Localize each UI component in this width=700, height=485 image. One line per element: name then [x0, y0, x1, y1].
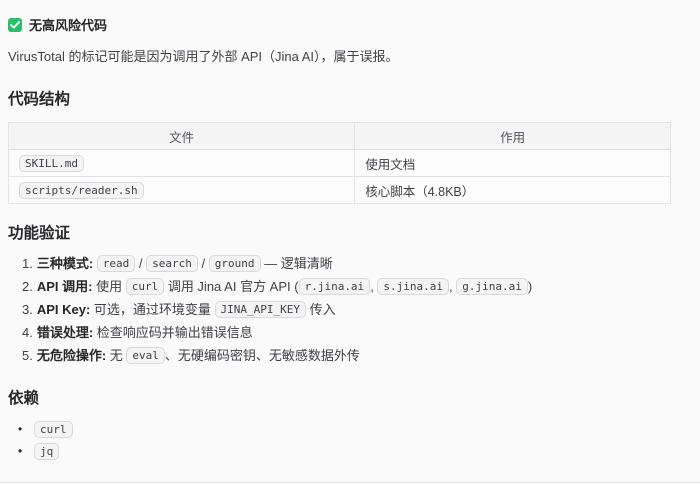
list-item-content: 错误处理: 检查响应码并输出错误信息: [37, 325, 253, 340]
checked-checkbox-icon[interactable]: [8, 18, 22, 32]
inline-code-chip: ground: [209, 255, 261, 272]
dependency-chip: jq: [34, 443, 59, 460]
files-table: 文件 作用 SKILL.md 使用文档 scripts/reader.sh 核心…: [8, 122, 671, 204]
section-heading-verification: 功能验证: [8, 221, 671, 243]
list-item: 3. API Key: 可选，通过环境变量 JINA_API_KEY 传入: [8, 298, 671, 321]
list-item-number: 4.: [22, 325, 33, 340]
list-item-number: 1.: [22, 256, 33, 271]
list-item-content: 三种模式: read / search / ground — 逻辑清晰: [37, 256, 333, 271]
list-item-number: 2.: [22, 279, 33, 294]
list-item-content: API Key: 可选，通过环境变量 JINA_API_KEY 传入: [37, 302, 336, 317]
inline-code-chip: r.jina.ai: [299, 278, 371, 295]
intro-paragraph: VirusTotal 的标记可能是因为调用了外部 API（Jina AI），属于…: [8, 48, 671, 66]
file-cell: scripts/reader.sh: [9, 177, 355, 204]
dependencies-list: •curl •jq: [8, 418, 671, 462]
list-item-number: 3.: [22, 302, 33, 317]
file-name-chip: scripts/reader.sh: [19, 182, 144, 199]
list-item: 4. 错误处理: 检查响应码并输出错误信息: [8, 321, 671, 344]
document-page: 无高风险代码 VirusTotal 的标记可能是因为调用了外部 API（Jina…: [0, 0, 700, 483]
inline-code-chip: curl: [126, 278, 165, 295]
section-heading-conclusion: 结论: [8, 479, 671, 483]
list-item: •curl: [8, 418, 671, 440]
risk-status-line: 无高风险代码: [8, 0, 671, 34]
inline-code-chip: search: [146, 255, 198, 272]
file-cell: SKILL.md: [9, 150, 355, 177]
list-item: 5. 无危险操作: 无 eval、无硬编码密钥、无敏感数据外传: [8, 344, 671, 367]
section-heading-dependencies: 依赖: [8, 386, 671, 408]
purpose-cell: 核心脚本（4.8KB）: [355, 177, 671, 204]
bullet-icon: •: [18, 418, 34, 440]
column-header-file: 文件: [9, 123, 355, 150]
inline-code-chip: g.jina.ai: [456, 278, 528, 295]
verification-list: 1. 三种模式: read / search / ground — 逻辑清晰 2.…: [8, 252, 671, 367]
risk-status-label: 无高风险代码: [29, 15, 107, 34]
table-header-row: 文件 作用: [9, 123, 671, 150]
inline-code-chip: s.jina.ai: [377, 278, 449, 295]
bullet-icon: •: [18, 440, 34, 462]
list-item-content: 无危险操作: 无 eval、无硬编码密钥、无敏感数据外传: [37, 348, 360, 363]
table-row: scripts/reader.sh 核心脚本（4.8KB）: [9, 177, 671, 204]
inline-code-chip: JINA_API_KEY: [215, 301, 306, 318]
list-item: 2. API 调用: 使用 curl 调用 Jina AI 官方 API (r.j…: [8, 275, 671, 298]
list-item: •jq: [8, 440, 671, 462]
list-item-content: API 调用: 使用 curl 调用 Jina AI 官方 API (r.jin…: [37, 279, 532, 294]
list-item-number: 5.: [22, 348, 33, 363]
table-row: SKILL.md 使用文档: [9, 150, 671, 177]
list-item: 1. 三种模式: read / search / ground — 逻辑清晰: [8, 252, 671, 275]
inline-code-chip: eval: [126, 347, 165, 364]
column-header-purpose: 作用: [355, 123, 671, 150]
purpose-cell: 使用文档: [355, 150, 671, 177]
section-heading-code-structure: 代码结构: [8, 87, 671, 109]
inline-code-chip: read: [97, 255, 136, 272]
dependency-chip: curl: [34, 421, 73, 438]
file-name-chip: SKILL.md: [19, 155, 84, 172]
markdown-content: 无高风险代码 VirusTotal 的标记可能是因为调用了外部 API（Jina…: [0, 0, 700, 483]
